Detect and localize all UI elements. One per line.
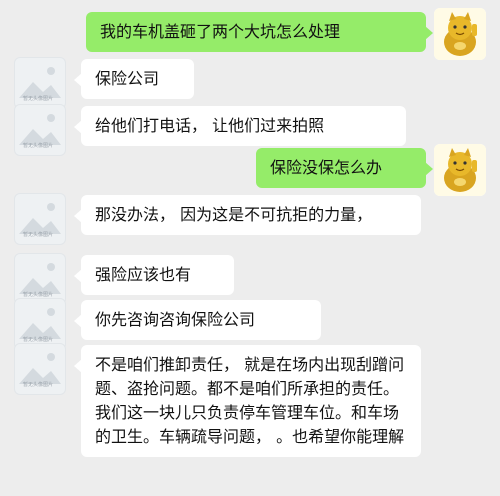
lucky-cat-icon	[434, 144, 486, 196]
message-bubble-received[interactable]: 那没办法， 因为这是不可抗拒的力量，	[74, 195, 421, 235]
message-bubble-received[interactable]: 强险应该也有	[74, 255, 234, 295]
avatar-placeholder-text: 暂无头像图片	[23, 96, 54, 102]
user-avatar[interactable]	[434, 144, 486, 196]
contact-avatar[interactable]: 暂无头像图片	[14, 193, 66, 245]
message-bubble-received[interactable]: 保险公司	[74, 59, 194, 99]
message-bubble-received[interactable]: 你先咨询咨询保险公司	[74, 300, 321, 340]
contact-avatar[interactable]: 暂无头像图片	[14, 57, 66, 109]
contact-avatar[interactable]: 暂无头像图片	[14, 104, 66, 156]
avatar-placeholder-text: 暂无头像图片	[23, 382, 54, 388]
message-bubble-received[interactable]: 给他们打电话， 让他们过来拍照	[74, 106, 406, 146]
contact-avatar[interactable]: 暂无头像图片	[14, 343, 66, 395]
avatar-placeholder-text: 暂无头像图片	[23, 143, 54, 149]
avatar-placeholder-text: 暂无头像图片	[23, 232, 54, 238]
avatar-placeholder-text: 暂无头像图片	[23, 337, 54, 343]
message-bubble-received[interactable]: 不是咱们推卸责任， 就是在场内出现刮蹭问题、盗抢问题。都不是咱们所承担的责任。我…	[74, 345, 421, 457]
message-bubble-sent[interactable]: 保险没保怎么办	[256, 148, 433, 188]
message-bubble-sent[interactable]: 我的车机盖砸了两个大坑怎么处理	[86, 12, 433, 52]
user-avatar[interactable]	[434, 8, 486, 60]
lucky-cat-icon	[434, 8, 486, 60]
avatar-placeholder-text: 暂无头像图片	[23, 292, 54, 298]
